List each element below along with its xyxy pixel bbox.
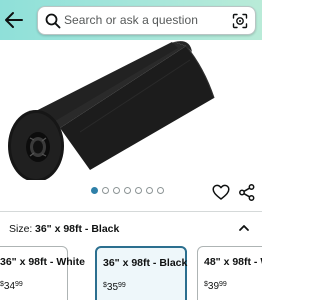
size-option-title: 36" x 98ft - Black <box>103 257 188 269</box>
chevron-up-icon[interactable] <box>238 222 250 234</box>
search-placeholder: Search or ask a question <box>64 13 198 27</box>
wishlist-button[interactable] <box>212 184 230 201</box>
carousel-dot[interactable] <box>124 187 131 194</box>
share-button[interactable] <box>239 184 255 201</box>
size-option-price: $3499 <box>0 281 23 292</box>
size-option-card-selected[interactable]: 36" x 98ft - Black $3599 <box>95 246 187 300</box>
carousel-dot[interactable] <box>91 187 98 194</box>
size-option-title: 36" x 98ft - White <box>0 256 85 268</box>
camera-lens-icon[interactable] <box>232 13 248 29</box>
image-carousel-indicator <box>91 187 164 194</box>
carousel-dot[interactable] <box>135 187 142 194</box>
arrow-left-icon <box>5 12 23 28</box>
size-label: Size: <box>9 223 33 235</box>
search-bar[interactable]: Search or ask a question <box>37 6 256 35</box>
size-option-title: 48" x 98ft - W <box>204 256 262 268</box>
carousel-dot[interactable] <box>146 187 153 194</box>
search-icon <box>45 13 61 29</box>
carousel-dot[interactable] <box>102 187 109 194</box>
size-option-card[interactable]: 48" x 98ft - W $3999 <box>197 246 262 300</box>
app-header: Search or ask a question <box>0 0 262 40</box>
share-icon <box>239 184 255 201</box>
carousel-dot[interactable] <box>113 187 120 194</box>
size-options-carousel[interactable]: 36" x 98ft - White $3499 36" x 98ft - Bl… <box>0 246 262 300</box>
carousel-dot[interactable] <box>157 187 164 194</box>
size-option-price: $3599 <box>103 282 126 293</box>
size-option-price: $3999 <box>204 281 227 292</box>
heart-icon <box>212 184 230 200</box>
back-button[interactable] <box>2 9 26 31</box>
size-option-card[interactable]: 36" x 98ft - White $3499 <box>0 246 85 300</box>
size-selected-value: 36" x 98ft - Black <box>35 223 120 235</box>
product-image[interactable] <box>0 40 262 182</box>
black-paper-roll-image <box>8 41 215 182</box>
size-selector-header[interactable]: Size: 36" x 98ft - Black <box>0 212 262 246</box>
